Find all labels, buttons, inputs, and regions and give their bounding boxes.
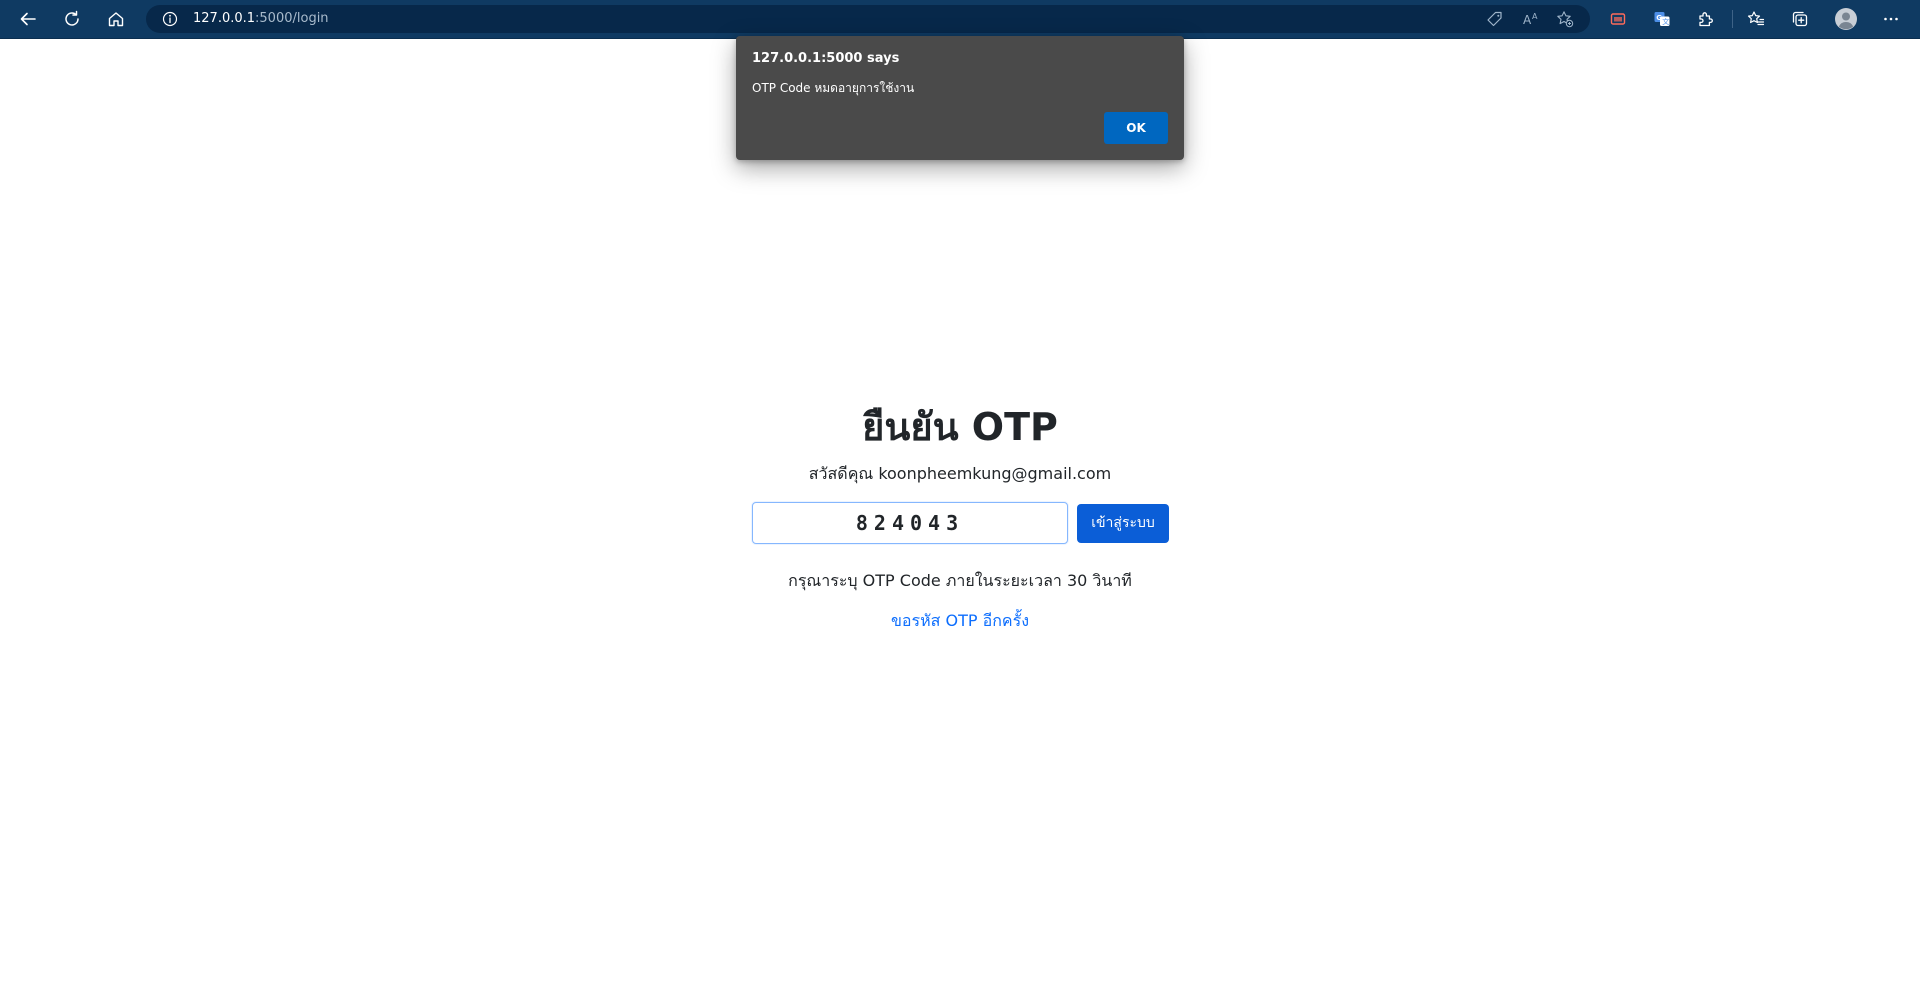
extensions-icon[interactable] xyxy=(1692,5,1720,33)
svg-text:A: A xyxy=(1523,13,1532,27)
resend-otp-container: ขอรหัส OTP อีกครั้ง xyxy=(0,610,1920,632)
url-path: :5000/login xyxy=(255,11,329,26)
home-icon[interactable] xyxy=(102,5,130,33)
greeting-text: สวัสดีคุณ koonpheemkung@gmail.com xyxy=(808,464,1112,483)
alert-dialog: 127.0.0.1:5000 says OTP Code หมดอายุการใ… xyxy=(736,36,1184,160)
address-bar[interactable]: 127.0.0.1:5000/login AA xyxy=(146,5,1590,33)
favorites-icon[interactable] xyxy=(1742,5,1770,33)
info-icon[interactable] xyxy=(162,11,178,27)
page-title: ยืนยัน OTP xyxy=(862,405,1058,449)
tag-icon[interactable] xyxy=(1486,10,1504,28)
svg-text:A: A xyxy=(1532,12,1538,21)
alert-ok-button[interactable]: OK xyxy=(1104,112,1168,144)
browser-toolbar: 127.0.0.1:5000/login AA G文 xyxy=(0,0,1920,39)
screenshot-icon[interactable] xyxy=(1604,5,1632,33)
url-host: 127.0.0.1 xyxy=(193,11,256,26)
read-aloud-icon[interactable]: AA xyxy=(1522,10,1540,28)
alert-message: OTP Code หมดอายุการใช้งาน xyxy=(752,81,915,95)
translate-icon[interactable]: G文 xyxy=(1648,5,1676,33)
collections-icon[interactable] xyxy=(1786,5,1814,33)
otp-input[interactable] xyxy=(752,502,1068,544)
back-arrow-icon[interactable] xyxy=(14,5,42,33)
page-content: ยืนยัน OTP สวัสดีคุณ koonpheemkung@gmail… xyxy=(0,39,1920,995)
url-text[interactable]: 127.0.0.1:5000/login xyxy=(193,10,329,28)
svg-text:文: 文 xyxy=(1662,17,1669,26)
more-icon[interactable] xyxy=(1877,5,1905,33)
resend-otp-link[interactable]: ขอรหัส OTP อีกครั้ง xyxy=(891,611,1029,630)
add-favorite-icon[interactable] xyxy=(1556,10,1574,28)
profile-avatar-icon[interactable] xyxy=(1832,5,1860,33)
otp-hint-text: กรุณาระบุ OTP Code ภายในระยะเวลา 30 วินา… xyxy=(788,571,1132,590)
toolbar-separator xyxy=(1732,10,1733,28)
login-button[interactable]: เข้าสู่ระบบ xyxy=(1077,504,1169,543)
alert-title: 127.0.0.1:5000 says xyxy=(752,51,900,66)
refresh-icon[interactable] xyxy=(58,5,86,33)
